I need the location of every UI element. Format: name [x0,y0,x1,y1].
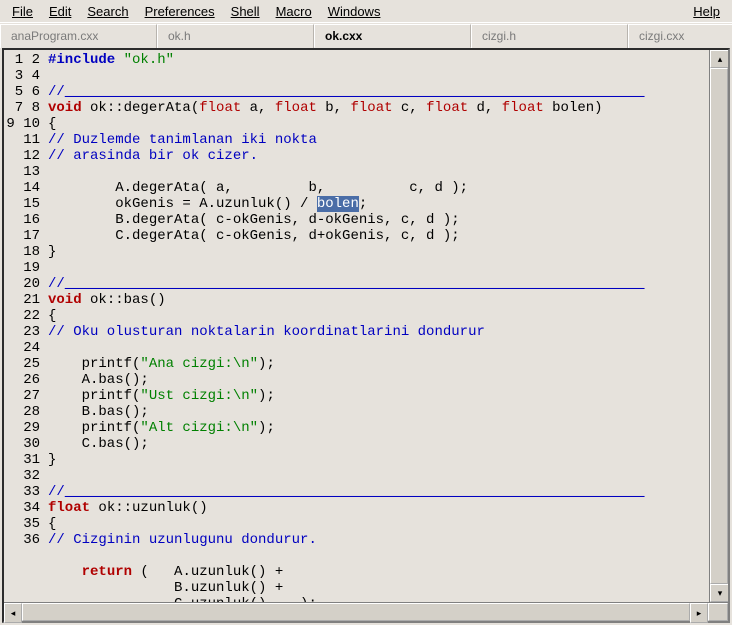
chevron-left-icon: ◂ [11,608,16,619]
scroll-thumb[interactable] [710,68,728,584]
tab-bar: anaProgram.cxx ok.h ok.cxx cizgi.h cizgi… [0,23,732,48]
scroll-down-button[interactable]: ▾ [710,584,728,602]
editor-frame: 1 2 3 4 5 6 7 8 9 10 11 12 13 14 15 16 1… [2,48,730,623]
menu-file[interactable]: File [4,2,41,21]
tab-label: ok.h [168,29,191,43]
scroll-corner [708,603,728,621]
hscroll-track[interactable] [22,603,690,621]
menu-bar: File Edit Search Preferences Shell Macro… [0,0,732,23]
tab-label: cizgi.h [482,29,516,43]
line-number-gutter: 1 2 3 4 5 6 7 8 9 10 11 12 13 14 15 16 1… [4,50,46,602]
menu-windows[interactable]: Windows [320,2,389,21]
tab-label: anaProgram.cxx [11,29,98,43]
chevron-down-icon: ▾ [718,588,723,599]
chevron-up-icon: ▴ [718,54,723,65]
tab-ok-h[interactable]: ok.h [157,24,314,48]
menu-search[interactable]: Search [79,2,136,21]
tab-label: cizgi.cxx [639,29,684,43]
menu-macro[interactable]: Macro [268,2,320,21]
menu-help[interactable]: Help [685,2,728,21]
tab-cizgi-h[interactable]: cizgi.h [471,24,628,48]
menu-edit[interactable]: Edit [41,2,79,21]
tab-ok-cxx[interactable]: ok.cxx [314,24,471,48]
scroll-up-button[interactable]: ▴ [710,50,728,68]
vertical-scrollbar[interactable]: ▴ ▾ [709,50,728,602]
tab-anaprogram[interactable]: anaProgram.cxx [0,24,157,48]
scroll-right-button[interactable]: ▸ [690,603,708,623]
tab-label: ok.cxx [325,29,362,43]
menu-prefs[interactable]: Preferences [137,2,223,21]
tab-cizgi-cxx[interactable]: cizgi.cxx [628,24,732,48]
horizontal-scrollbar[interactable]: ◂ ▸ [4,602,728,621]
code-area[interactable]: #include "ok.h" //______________________… [46,50,709,602]
scroll-left-button[interactable]: ◂ [4,603,22,623]
chevron-right-icon: ▸ [697,608,702,619]
menu-shell[interactable]: Shell [223,2,268,21]
